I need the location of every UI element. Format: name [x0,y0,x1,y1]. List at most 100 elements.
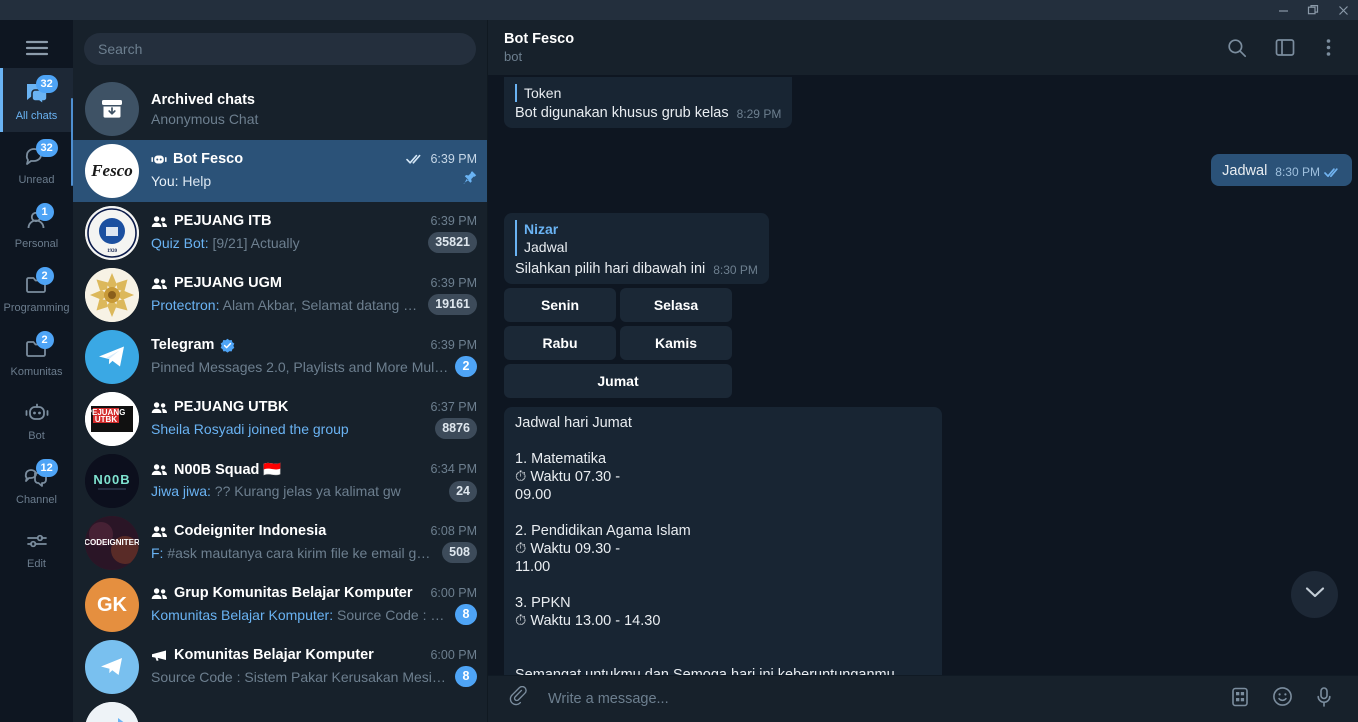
reply-text: Jadwal [524,239,568,255]
search-icon [1227,38,1247,58]
voice-message-button[interactable] [1306,681,1342,717]
telegram-window: 32 All chats 32 Unread 1 Personal 2 Prog… [0,0,1358,722]
reply-author: Nizar [524,221,559,237]
avatar: 1920 [85,206,139,260]
sidebar-item-personal[interactable]: 1 Personal [0,196,73,260]
sidebar-item-programming[interactable]: 2 Programming [0,260,73,324]
sidebar-badge: 2 [35,331,54,349]
sidebar-item-label: Programming [3,302,70,314]
preview-text: #ask mautanya cara kirim file ke email g… [167,544,436,561]
preview-sender: Jiwa jiwa: [151,483,211,499]
avatar: Fesco [85,144,139,198]
group-icon [151,277,168,290]
chat-name: Archived chats [151,91,255,108]
preview-text: ?? Kurang jelas ya kalimat gw [214,483,401,499]
reply-quote[interactable]: Token [515,84,781,102]
chat-list[interactable]: Archived chats Anonymous Chat Fesco Bot … [73,78,487,722]
chat-preview: Protectron: Alam Akbar, Selamat datang d… [151,297,422,313]
list-item-archived-chats[interactable]: Archived chats Anonymous Chat [73,78,487,140]
list-item-content: Codeigniter Indonesia 6:08 PM F: #ask ma… [151,523,477,563]
conversation-title-block[interactable]: Bot Fesco bot [504,31,1208,64]
search-bar: Search [73,20,487,78]
sidebar-item-bot[interactable]: Bot [0,388,73,452]
sidebar-item-komunitas[interactable]: 2 Komunitas [0,324,73,388]
message-time: 8:29 PM [736,107,782,121]
preview-text: [9/21] Actually [212,234,300,251]
smiley-icon [1272,686,1293,712]
search-input[interactable]: Search [84,33,476,65]
conversation-header: Bot Fesco bot [488,20,1358,75]
minimize-button[interactable] [1268,0,1298,20]
inline-keyboard-row: Senin Selasa [504,288,732,322]
message-time: 8:30 PM [713,263,758,277]
list-item-pejuang-itb[interactable]: 1920 PEJUANG ITB 6:39 PM Quiz Bot: [9/21… [73,202,487,264]
chat-name: N00B Squad 🇮🇩 [174,461,282,478]
reply-quote[interactable]: Nizar Jadwal [515,220,758,256]
message-bubble-incoming[interactable]: Token Bot digunakan khusus grub kelas 8:… [504,77,793,128]
list-item-content: N00B Squad 🇮🇩 6:34 PM Jiwa jiwa: ?? Kura… [151,461,477,502]
preview-sender: F: [151,544,164,561]
sidebar-item-channel[interactable]: 12 Channel [0,452,73,516]
sidebar-badge: 32 [35,75,58,93]
unread-chat-icon: 32 [22,139,58,172]
list-item-pejuang-utbk[interactable]: PEJUANG UTBK PEJUANG UTBK 6:37 PM Sheila… [73,388,487,450]
scroll-to-bottom-button[interactable] [1291,571,1338,618]
sidebar-item-label: Bot [28,430,45,442]
read-checks-icon [1324,167,1341,178]
list-item-pejuang-ugm[interactable]: PEJUANG UGM 6:39 PM Protectron: Alam Akb… [73,264,487,326]
reply-text: Token [524,85,562,101]
message-list[interactable]: Token Bot digunakan khusus grub kelas 8:… [488,75,1358,675]
search-placeholder: Search [98,41,143,57]
sidebar-item-edit[interactable]: Edit [0,516,73,580]
inline-button-rabu[interactable]: Rabu [504,326,616,360]
pin-icon [463,170,477,191]
maximize-button[interactable] [1298,0,1328,20]
chat-name: Bot Fesco [173,151,244,167]
conversation-more-button[interactable] [1314,29,1342,67]
message-meta: 8:29 PM [737,105,782,123]
group-icon [151,463,168,476]
list-item-codeigniter-indonesia[interactable]: CODEIGNITER Codeigniter Indonesia 6:08 P… [73,512,487,574]
conversation-search-button[interactable] [1218,29,1256,67]
sidebar-item-unread[interactable]: 32 Unread [0,132,73,196]
list-item-grup-komunitas-belajar-komputer[interactable]: GK Grup Komunitas Belajar Komputer 6:00 … [73,574,487,636]
chat-time: 6:39 PM [430,152,477,166]
bot-commands-button[interactable] [1222,681,1258,717]
inline-button-jumat[interactable]: Jumat [504,364,732,398]
message-row: Token Bot digunakan khusus grub kelas 8:… [488,77,1358,128]
emoji-button[interactable] [1264,681,1300,717]
attach-button[interactable] [500,681,536,717]
list-item-bot-fesco[interactable]: Fesco Bot Fesco 6:39 PM You: Help [73,140,487,202]
list-item-komunitas-belajar-komputer[interactable]: Komunitas Belajar Komputer 6:00 PM Sourc… [73,636,487,698]
inline-button-senin[interactable]: Senin [504,288,616,322]
message-bubble-schedule[interactable]: Jadwal hari Jumat 1. Matematika ⏱ Waktu … [504,407,942,675]
unread-badge: 8 [455,604,477,625]
chat-name: PEJUANG ITB [174,213,272,229]
robot-icon [22,398,52,428]
sidebar-item-all-chats[interactable]: 32 All chats [0,68,73,132]
message-text: Bot digunakan khusus grub kelas [515,105,729,121]
toggle-info-panel-button[interactable] [1266,29,1304,67]
close-button[interactable] [1328,0,1358,20]
avatar: GK [85,578,139,632]
message-bubble-outgoing[interactable]: Jadwal 8:30 PM [1211,154,1352,186]
list-item-n00b-squad[interactable]: N00B N00B Squad 🇮🇩 6:34 PM Jiwa jiwa: ??… [73,450,487,512]
sidebar-item-label: Edit [27,558,46,570]
chat-name: Grup Komunitas Belajar Komputer [174,585,413,601]
svg-text:CODEIGNITER: CODEIGNITER [85,538,139,547]
list-item-gudang-source-code[interactable]: Gudang Source Code PHP&MySQL (group) 5:4… [73,698,487,722]
inline-button-kamis[interactable]: Kamis [620,326,732,360]
sliders-icon [22,526,52,556]
list-item-telegram[interactable]: Telegram 6:39 PM Pinned Messages 2.0, Pl… [73,326,487,388]
preview-sender: Protectron: [151,296,220,313]
paperclip-icon [508,685,528,713]
hamburger-menu-button[interactable] [0,28,73,68]
sidebar-item-label: Channel [16,494,57,506]
message-input[interactable]: Write a message... [542,691,1216,707]
panel-toggle-icon [1275,38,1295,57]
chat-time: 6:00 PM [430,586,477,600]
sidebar-item-label: Komunitas [10,366,63,378]
inline-button-selasa[interactable]: Selasa [620,288,732,322]
message-bubble-incoming[interactable]: Nizar Jadwal Silahkan pilih hari dibawah… [504,213,769,284]
list-item-content: Grup Komunitas Belajar Komputer 6:00 PM … [151,585,477,625]
